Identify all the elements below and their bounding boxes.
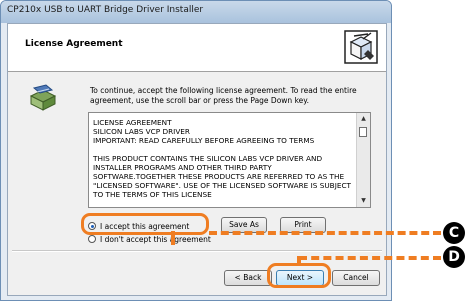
software-package-icon — [29, 84, 57, 111]
license-text: LICENSE AGREEMENT SILICON LABS VCP DRIVE… — [93, 118, 353, 199]
callout-c-marker: C — [443, 222, 465, 244]
next-button-highlight — [267, 263, 331, 288]
callout-d-marker: D — [443, 246, 465, 268]
instructions-text: To continue, accept the following licens… — [90, 86, 357, 105]
page-heading: License Agreement — [25, 39, 123, 49]
installer-box-icon — [344, 30, 378, 64]
license-paragraph: THIS PRODUCT CONTAINS THE SILICON LABS V… — [93, 154, 352, 199]
license-scrollbar[interactable]: ▲ ▼ — [356, 113, 370, 207]
scroll-thumb[interactable] — [359, 127, 367, 137]
callout-c-leader — [209, 231, 441, 235]
callout-c-connector — [171, 231, 175, 245]
back-button[interactable]: < Back — [224, 270, 272, 286]
scroll-down-arrow-icon[interactable]: ▼ — [357, 195, 370, 207]
scroll-up-arrow-icon[interactable]: ▲ — [357, 113, 370, 125]
callout-d-connector — [297, 256, 301, 265]
license-textbox[interactable]: LICENSE AGREEMENT SILICON LABS VCP DRIVE… — [88, 112, 371, 208]
decline-label: I don't accept this agreement — [100, 234, 211, 244]
title-bar[interactable]: CP210x USB to UART Bridge Driver Install… — [1, 1, 391, 23]
accept-option-highlight — [81, 213, 209, 235]
license-line-1: LICENSE AGREEMENT — [93, 118, 172, 127]
license-line-3: IMPORTANT: READ CAREFULLY BEFORE AGREEIN… — [93, 136, 315, 145]
wizard-header: License Agreement — [8, 24, 386, 72]
cancel-button[interactable]: Cancel — [332, 270, 380, 286]
callout-d-leader — [299, 256, 441, 260]
window-title: CP210x USB to UART Bridge Driver Install… — [7, 5, 204, 15]
decline-radio[interactable] — [88, 235, 96, 243]
license-line-2: SILICON LABS VCP DRIVER — [93, 127, 190, 136]
button-separator — [12, 250, 382, 252]
